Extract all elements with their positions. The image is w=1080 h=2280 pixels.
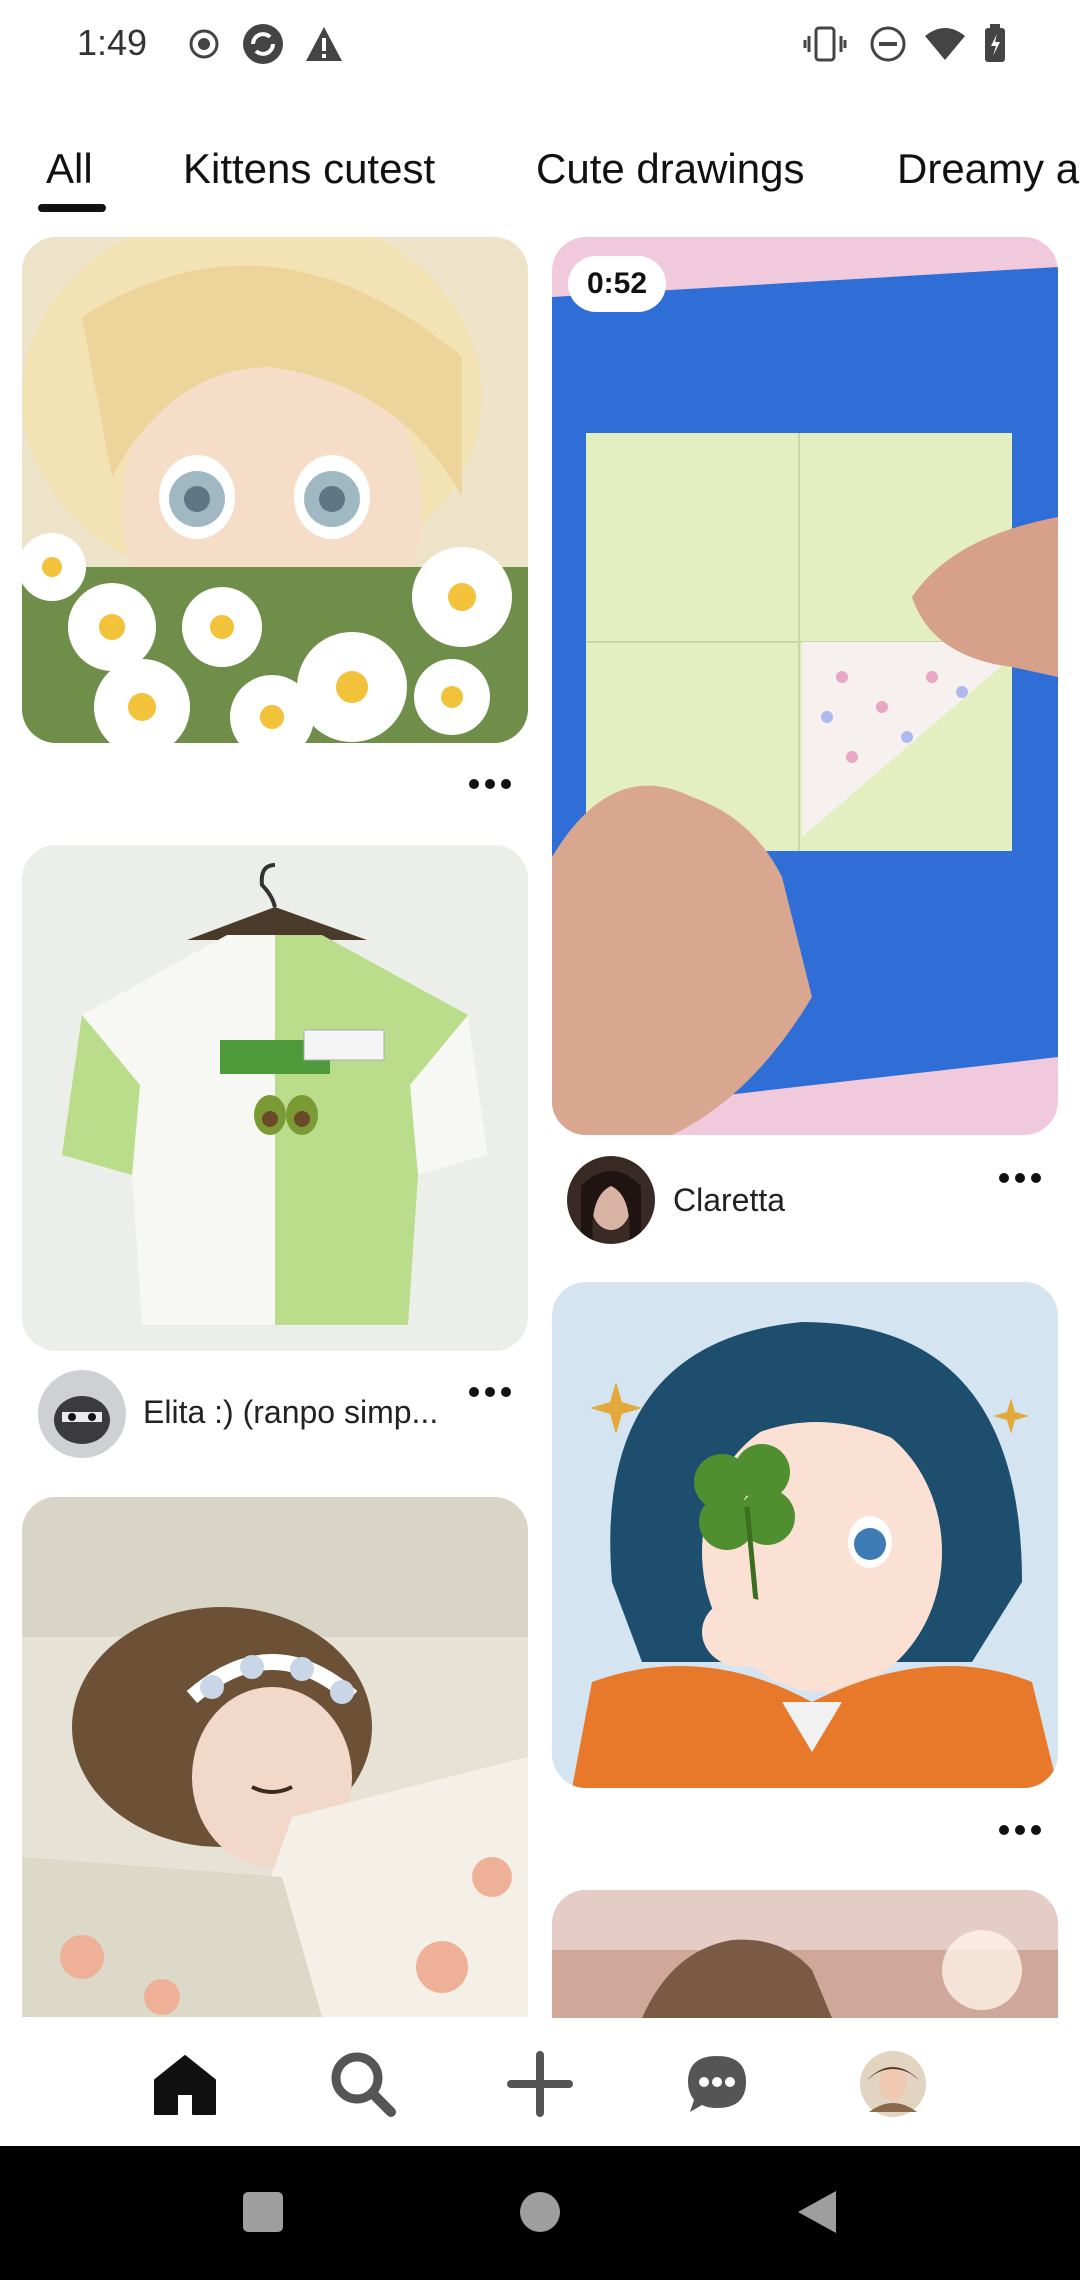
plus-icon[interactable] — [500, 2044, 580, 2124]
pin-image-daisy-girl[interactable] — [22, 237, 528, 743]
more-options-button[interactable] — [992, 1812, 1048, 1848]
warning-icon — [302, 20, 346, 68]
sync-icon — [240, 20, 286, 68]
vibrate-icon — [802, 20, 848, 68]
creator-avatar-elita[interactable] — [38, 1370, 126, 1458]
wifi-icon — [922, 20, 968, 68]
search-icon[interactable] — [323, 2044, 403, 2124]
tab-dreamy[interactable]: Dreamy a — [897, 145, 1079, 193]
pin-video-paper-folding[interactable] — [552, 237, 1058, 1135]
tab-all[interactable]: All — [46, 145, 93, 193]
bottom-navigation — [0, 2018, 1080, 2146]
status-time: 1:49 — [77, 22, 148, 63]
profile-avatar[interactable] — [853, 2044, 933, 2124]
creator-name-claretta[interactable]: Claretta — [673, 1182, 785, 1219]
tab-selected-indicator — [38, 204, 106, 212]
tab-kittens-cutest[interactable]: Kittens cutest — [183, 145, 435, 193]
pin-image-clover-girl[interactable] — [552, 1282, 1058, 1788]
creator-avatar-claretta[interactable] — [567, 1156, 655, 1244]
status-bar: 1:49 — [0, 0, 1080, 88]
do-not-disturb-icon — [866, 20, 910, 68]
more-options-button[interactable] — [462, 1374, 518, 1410]
pin-image-avocado-shirt[interactable] — [22, 845, 528, 1351]
video-duration-badge: 0:52 — [568, 256, 666, 312]
home-icon[interactable] — [145, 2044, 225, 2124]
more-options-button[interactable] — [992, 1160, 1048, 1196]
pin-image-sleeping-girl[interactable] — [22, 1497, 528, 2057]
recents-icon[interactable] — [233, 2182, 293, 2242]
chat-icon[interactable] — [677, 2044, 757, 2124]
home-circle-icon[interactable] — [510, 2182, 570, 2242]
more-options-button[interactable] — [462, 766, 518, 802]
back-icon[interactable] — [787, 2182, 847, 2242]
system-navigation-bar — [0, 2146, 1080, 2280]
tab-cute-drawings[interactable]: Cute drawings — [536, 145, 804, 193]
board-tabs: All Kittens cutest Cute drawings Dreamy … — [0, 130, 1080, 220]
record-icon — [184, 20, 224, 68]
creator-name-elita[interactable]: Elita :) (ranpo simp... — [143, 1394, 438, 1431]
battery-icon — [980, 20, 1010, 68]
